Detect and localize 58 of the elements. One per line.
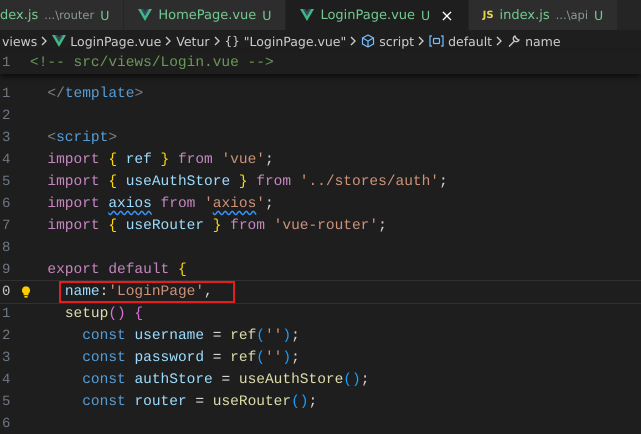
line-number: 3 (1, 350, 12, 366)
lightbulb-icon[interactable] (22, 285, 30, 299)
vue-logo-icon (138, 9, 152, 21)
code-line: export default { (47, 262, 187, 278)
breadcrumb-item[interactable]: Vetur (176, 34, 210, 48)
line-number: 4 (1, 372, 12, 388)
line-number: 1 (1, 306, 12, 322)
line-number: 4 (1, 152, 12, 168)
code-line: <script> (47, 130, 118, 146)
vue-logo-icon (300, 9, 314, 21)
editor-tab[interactable]: LoginPage.vue U × (286, 0, 469, 30)
line-number: 5 (1, 394, 12, 410)
breadcrumb-item[interactable]: "LoginPage.vue" (244, 34, 346, 48)
line-number: 7 (1, 218, 12, 234)
breadcrumb-item[interactable]: script (379, 34, 414, 48)
code-line: const password = ref(''); (82, 350, 300, 366)
line-number: 2 (1, 108, 12, 124)
code-line: <!-- src/views/Login.vue --> (30, 55, 274, 71)
chevron-right-icon (214, 36, 220, 46)
line-number: 3 (1, 130, 12, 146)
breadcrumb-item[interactable]: LoginPage.vue (70, 34, 162, 48)
code-line: const router = useRouter(); (82, 394, 318, 410)
line-number: 1 (1, 86, 12, 102)
line-number: 6 (1, 196, 12, 212)
breadcrumb-item[interactable]: default (448, 34, 492, 48)
chevron-right-icon (350, 36, 358, 46)
line-number: 1 (1, 55, 12, 71)
line-number: 5 (1, 174, 12, 190)
line-number: 9 (1, 262, 12, 278)
code-line: import { useAuthStore } from '../stores/auth'; (47, 174, 448, 190)
breadcrumb-item[interactable]: name (525, 34, 561, 48)
vue-logo-icon (52, 35, 66, 47)
editor-tab[interactable]: dex.js ...\router U (0, 0, 124, 30)
code-line: </template> (47, 86, 144, 102)
editor-tab[interactable]: HomePage.vue U (124, 0, 286, 30)
code-line: const authStore = useAuthStore(); (82, 372, 370, 388)
code-line: import { useRouter } from 'vue-router'; (47, 218, 387, 234)
cube-icon (361, 34, 376, 48)
chevron-right-icon (418, 36, 426, 46)
code-line: const username = ref(''); (82, 328, 300, 344)
line-number: 0 (1, 284, 12, 300)
code-line: name:'LoginPage', (64, 284, 213, 300)
chevron-right-icon (496, 36, 504, 46)
variable-icon (429, 35, 444, 47)
braces-icon: {} (224, 34, 240, 48)
js-file-icon: JS (482, 10, 494, 20)
code-line: import { ref } from 'vue'; (47, 152, 274, 168)
line-number: 6 (1, 416, 12, 432)
line-number: 8 (1, 240, 12, 256)
wrench-icon (507, 34, 522, 48)
close-icon[interactable]: × (440, 6, 454, 24)
code-line: setup() { (64, 306, 144, 322)
breadcrumb-item[interactable]: views (2, 34, 38, 48)
chevron-right-icon (165, 36, 172, 46)
code-line: import axios from 'axios'; (47, 196, 274, 212)
editor-tab[interactable]: JS index.js ...\api U (468, 0, 618, 30)
chevron-right-icon (41, 36, 48, 46)
line-number: 2 (1, 328, 12, 344)
